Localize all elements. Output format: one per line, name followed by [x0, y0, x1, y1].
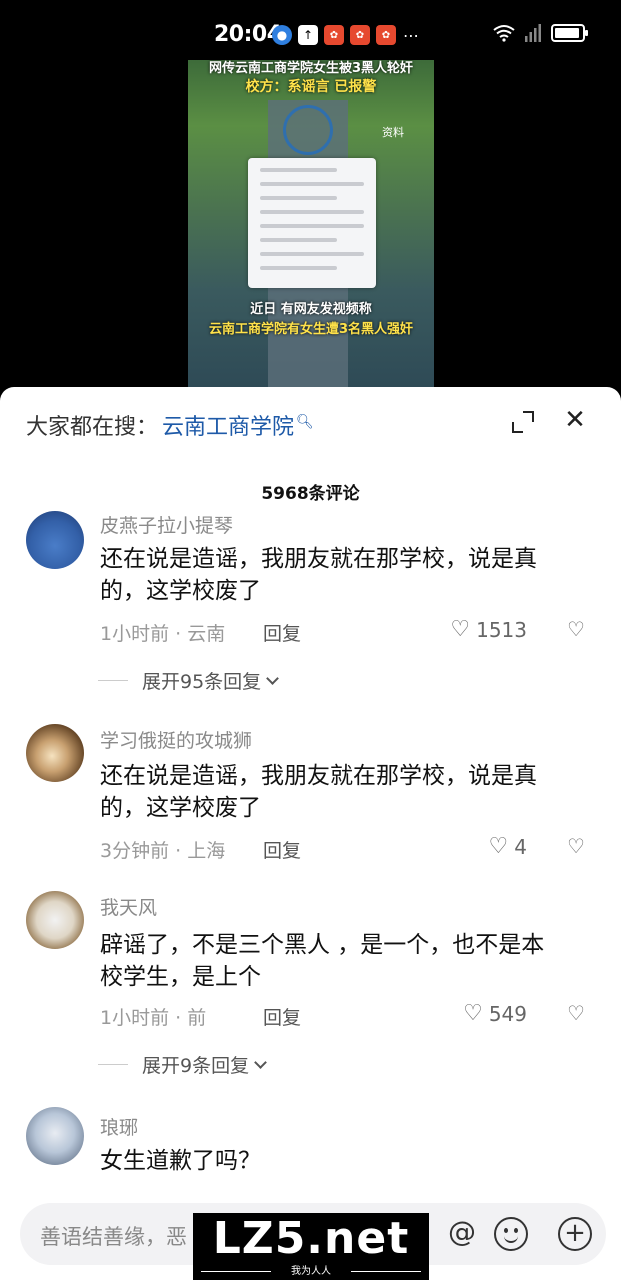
comment-meta: 1小时前 · 云南: [100, 623, 226, 645]
chevron-down-icon: [254, 1055, 267, 1069]
browser-icon: ●: [272, 25, 292, 45]
video-title-line: 网传云南工商学院女生被3黑人轮奸: [208, 61, 414, 76]
expand-replies-label: 展开9条回复: [142, 1055, 250, 1077]
app-icon: ✿: [324, 25, 344, 45]
avatar[interactable]: [26, 511, 84, 569]
comment-count: 5968条评论: [261, 484, 360, 504]
like-button[interactable]: ♡ 1513: [450, 617, 527, 642]
search-icon: 🔍︎: [296, 414, 314, 430]
status-bar: 20:04 ● ↑ ✿ ✿ ✿ ⋯: [0, 0, 621, 60]
comment-username[interactable]: 学习俄挺的攻城狮: [100, 726, 252, 753]
like-count: 4: [514, 834, 527, 859]
add-icon[interactable]: +: [558, 1217, 592, 1251]
like-count: 1513: [476, 617, 527, 642]
video-label: 资料: [382, 126, 404, 139]
avatar[interactable]: [26, 724, 84, 782]
trending-search-term[interactable]: 云南工商学院: [162, 409, 294, 441]
watermark-text: LZ5.net: [212, 1213, 410, 1264]
heart-icon: ♡: [488, 834, 509, 859]
comment-sheet: 大家都在搜： 云南工商学院 🔍︎ ✕ 5968条评论 皮燕子拉小提琴 还在说是造…: [0, 387, 621, 1280]
signal-icon: [525, 24, 541, 42]
like-button[interactable]: ♡ 549: [463, 1001, 527, 1026]
expand-replies-button[interactable]: 展开9条回复: [98, 1051, 267, 1078]
comment-text: 辟谣了，不是三个黑人 ，是一个，也不是本校学生，是上个: [100, 932, 545, 990]
comment-text: 女生道歉了吗？: [100, 1148, 261, 1174]
comment-text: 还在说是造谣，我朋友就在那学校，说是真的，这学校废了: [100, 546, 537, 604]
watermark-logo: LZ5.net 我为人人: [193, 1213, 429, 1280]
video-thumbnail[interactable]: 网传云南工商学院女生被3黑人轮奸 校方：系谣言 已报警 资料 近日 有网友发视频…: [188, 60, 434, 390]
expand-replies-button[interactable]: 展开95条回复: [98, 667, 280, 694]
comment-username[interactable]: 皮燕子拉小提琴: [100, 511, 233, 538]
video-player[interactable]: 网传云南工商学院女生被3黑人轮奸 校方：系谣言 已报警 资料 近日 有网友发视频…: [0, 60, 621, 390]
status-notification-icons: ● ↑ ✿ ✿ ✿ ⋯: [272, 25, 420, 45]
video-caption-bottom: 近日 有网友发视频称 云南工商学院有女生遭3名黑人强奸: [188, 300, 434, 340]
app-icon: ✿: [376, 25, 396, 45]
reply-button[interactable]: 回复: [263, 619, 301, 646]
chevron-down-icon: [266, 671, 280, 685]
emblem-icon: [283, 105, 333, 155]
like-count: 549: [488, 1001, 527, 1026]
comment-username[interactable]: 我天风: [100, 893, 157, 920]
trending-search-prefix: 大家都在搜：: [26, 415, 159, 440]
dislike-icon[interactable]: ♡: [567, 834, 585, 858]
emoji-icon[interactable]: [494, 1217, 528, 1251]
watermark-subtext: 我为人人: [291, 1266, 331, 1277]
video-embedded-screenshot: [248, 158, 376, 288]
heart-icon: ♡: [450, 617, 471, 642]
close-icon[interactable]: ✕: [562, 407, 588, 433]
more-icon: ⋯: [403, 25, 419, 45]
comment-meta: 3分钟前 · 上海: [100, 840, 226, 862]
comment-text: 还在说是造谣，我朋友就在那学校，说是真的，这学校废了: [100, 763, 537, 821]
expand-replies-label: 展开95条回复: [142, 671, 262, 693]
reply-button[interactable]: 回复: [263, 1003, 301, 1030]
mention-icon[interactable]: @: [448, 1215, 476, 1248]
comment-meta: 1小时前 · 前: [100, 1007, 207, 1029]
battery-icon: [551, 24, 588, 42]
fullscreen-icon[interactable]: [512, 411, 534, 433]
reply-button[interactable]: 回复: [263, 836, 301, 863]
video-caption-line: 近日 有网友发视频称: [250, 302, 372, 317]
heart-icon: ♡: [463, 1001, 483, 1026]
like-button[interactable]: ♡ 4: [489, 834, 527, 859]
avatar[interactable]: [26, 1107, 84, 1165]
video-subtitle-line: 校方：系谣言 已报警: [245, 79, 377, 95]
comment-input[interactable]: 善语结善缘，恶: [40, 1221, 187, 1251]
upload-icon: ↑: [298, 25, 318, 45]
video-caption-top: 网传云南工商学院女生被3黑人轮奸 校方：系谣言 已报警: [188, 60, 434, 96]
status-system-icons: [493, 24, 588, 42]
avatar[interactable]: [26, 891, 84, 949]
dislike-icon[interactable]: ♡: [567, 617, 585, 641]
trending-search[interactable]: 大家都在搜： 云南工商学院 🔍︎: [26, 409, 314, 441]
comment-username[interactable]: 琅琊: [100, 1113, 138, 1140]
app-icon: ✿: [350, 25, 370, 45]
watermark-rule: [351, 1271, 421, 1272]
dislike-icon[interactable]: ♡: [567, 1001, 585, 1025]
wifi-icon: [493, 25, 515, 42]
video-caption-line: 云南工商学院有女生遭3名黑人强奸: [208, 322, 414, 337]
